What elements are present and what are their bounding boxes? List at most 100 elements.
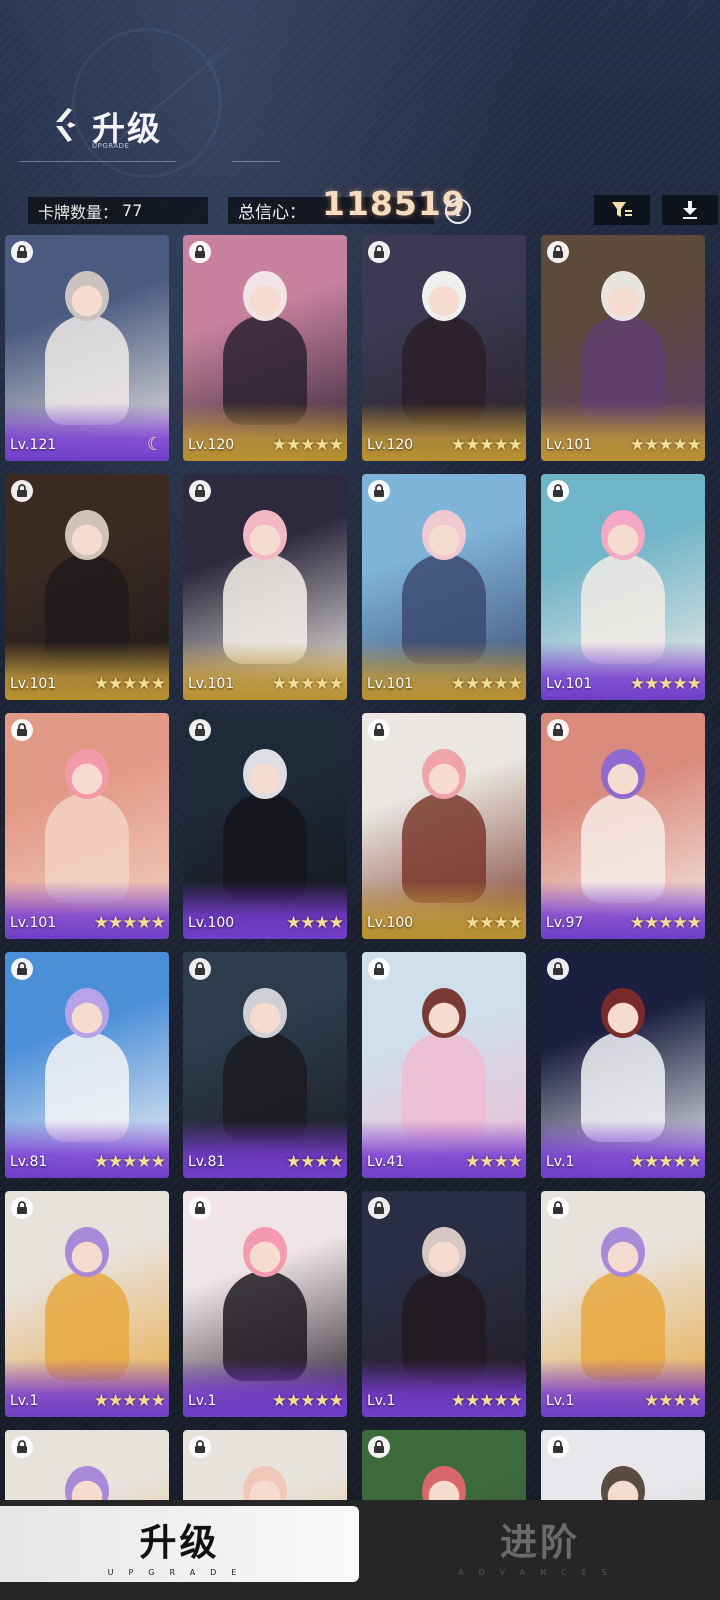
character-card[interactable]: Lv.41 ★★★★ [362, 952, 526, 1178]
lock-icon[interactable] [368, 480, 390, 502]
lock-icon[interactable] [547, 719, 569, 741]
lock-icon[interactable] [189, 241, 211, 263]
character-head [422, 271, 466, 321]
character-head [65, 510, 109, 560]
star-rating: ★★★★★ [93, 1152, 166, 1172]
character-head [422, 510, 466, 560]
character-card[interactable] [541, 1430, 705, 1500]
character-card[interactable] [183, 1430, 347, 1500]
character-card[interactable]: Lv.1 ★★★★★ [5, 1191, 169, 1417]
character-card[interactable]: Lv.1 ★★★★★ [362, 1191, 526, 1417]
lock-icon[interactable] [11, 958, 33, 980]
character-head [243, 1227, 287, 1277]
character-card[interactable]: Lv.101 ★★★★★ [362, 474, 526, 700]
card-level: Lv.120 [188, 437, 235, 453]
lock-icon[interactable] [11, 241, 33, 263]
card-level: Lv.101 [10, 676, 57, 692]
filter-button[interactable] [594, 195, 650, 225]
lock-icon[interactable] [547, 1197, 569, 1219]
character-head [601, 1227, 645, 1277]
lock-icon[interactable] [189, 480, 211, 502]
character-card[interactable]: Lv.1 ★★★★ [541, 1191, 705, 1417]
character-card[interactable]: Lv.97 ★★★★★ [541, 713, 705, 939]
character-head [243, 749, 287, 799]
card-level: Lv.81 [10, 1154, 48, 1170]
character-head [243, 510, 287, 560]
character-card[interactable]: Lv.101 ★★★★★ [5, 474, 169, 700]
tab-upgrade[interactable]: 升级 UPGRADE [0, 1506, 359, 1582]
bottom-tab-bar: 升级 UPGRADE 进阶 ADVANCES [0, 1500, 720, 1600]
character-head [65, 1227, 109, 1277]
star-rating: ★★★★★ [450, 1391, 523, 1411]
card-level: Lv.1 [188, 1393, 217, 1409]
card-level: Lv.81 [188, 1154, 226, 1170]
card-level: Lv.1 [367, 1393, 396, 1409]
lock-icon[interactable] [189, 719, 211, 741]
character-card[interactable]: Lv.100 ★★★★ [362, 713, 526, 939]
character-card[interactable]: Lv.101 ★★★★★ [541, 474, 705, 700]
character-head [65, 988, 109, 1038]
character-card[interactable] [362, 1430, 526, 1500]
card-level: Lv.97 [546, 915, 584, 931]
lock-icon[interactable] [368, 719, 390, 741]
confidence-value: 118519 [322, 184, 466, 223]
character-head [243, 271, 287, 321]
card-count-panel: 卡牌数量： 77 [28, 197, 208, 224]
header-divider [20, 161, 176, 162]
star-rating: ★★★★★ [93, 1391, 166, 1411]
card-level: Lv.101 [546, 676, 593, 692]
character-card[interactable]: Lv.1 ★★★★★ [183, 1191, 347, 1417]
star-rating: ★★★★★ [450, 674, 523, 694]
character-card[interactable]: Lv.81 ★★★★ [183, 952, 347, 1178]
tab-advance[interactable]: 进阶 ADVANCES [360, 1506, 720, 1582]
character-card[interactable]: Lv.120 ★★★★★ [183, 235, 347, 461]
lock-icon[interactable] [368, 958, 390, 980]
lock-icon[interactable] [547, 480, 569, 502]
lock-icon[interactable] [368, 1197, 390, 1219]
card-level: Lv.1 [10, 1393, 39, 1409]
character-card[interactable]: Lv.101 ★★★★★ [5, 713, 169, 939]
star-rating: ★★★★★ [271, 674, 344, 694]
tab-upgrade-sub: UPGRADE [107, 1568, 252, 1577]
lock-icon[interactable] [547, 1436, 569, 1458]
lock-icon[interactable] [189, 958, 211, 980]
character-head [65, 749, 109, 799]
lock-icon[interactable] [547, 241, 569, 263]
card-level: Lv.101 [546, 437, 593, 453]
card-level: Lv.100 [367, 915, 414, 931]
confidence-panel: 总信心： 118519 [228, 184, 465, 224]
lock-icon[interactable] [189, 1436, 211, 1458]
lock-icon[interactable] [368, 1436, 390, 1458]
lock-icon[interactable] [11, 1436, 33, 1458]
card-count-value: 77 [122, 201, 143, 220]
character-card[interactable]: Lv.100 ★★★★ [183, 713, 347, 939]
tab-upgrade-label: 升级 [139, 1521, 220, 1564]
character-card[interactable]: Lv.1 ★★★★★ [541, 952, 705, 1178]
lock-icon[interactable] [11, 1197, 33, 1219]
lock-icon[interactable] [368, 241, 390, 263]
card-level: Lv.1 [546, 1154, 575, 1170]
character-card[interactable]: Lv.101 ★★★★★ [183, 474, 347, 700]
download-button[interactable] [662, 195, 718, 225]
character-card[interactable] [5, 1430, 169, 1500]
lock-icon[interactable] [11, 719, 33, 741]
card-level: Lv.101 [367, 676, 414, 692]
star-rating: ★★★★★ [271, 1391, 344, 1411]
info-icon[interactable]: i [445, 198, 471, 224]
star-rating: ★★★★★ [629, 1152, 702, 1172]
lock-icon[interactable] [11, 480, 33, 502]
character-card[interactable]: Lv.101 ★★★★★ [541, 235, 705, 461]
card-level: Lv.1 [546, 1393, 575, 1409]
lock-icon[interactable] [189, 1197, 211, 1219]
tab-advance-label: 进阶 [500, 1521, 580, 1564]
page-subtitle: UPGRADE [92, 142, 130, 150]
star-rating: ★★★★★ [629, 913, 702, 933]
star-rating: ★★★★★ [629, 435, 702, 455]
character-head [601, 510, 645, 560]
moon-rank-icon: ☾ [146, 434, 163, 455]
lock-icon[interactable] [547, 958, 569, 980]
character-card[interactable]: Lv.120 ★★★★★ [362, 235, 526, 461]
character-card[interactable]: Lv.121 ☾ [5, 235, 169, 461]
card-grid[interactable]: Lv.121 ☾ Lv.120 ★★★★★ Lv.120 ★★★★★ Lv.101 ★★★★★… [0, 235, 720, 1500]
character-card[interactable]: Lv.81 ★★★★★ [5, 952, 169, 1178]
